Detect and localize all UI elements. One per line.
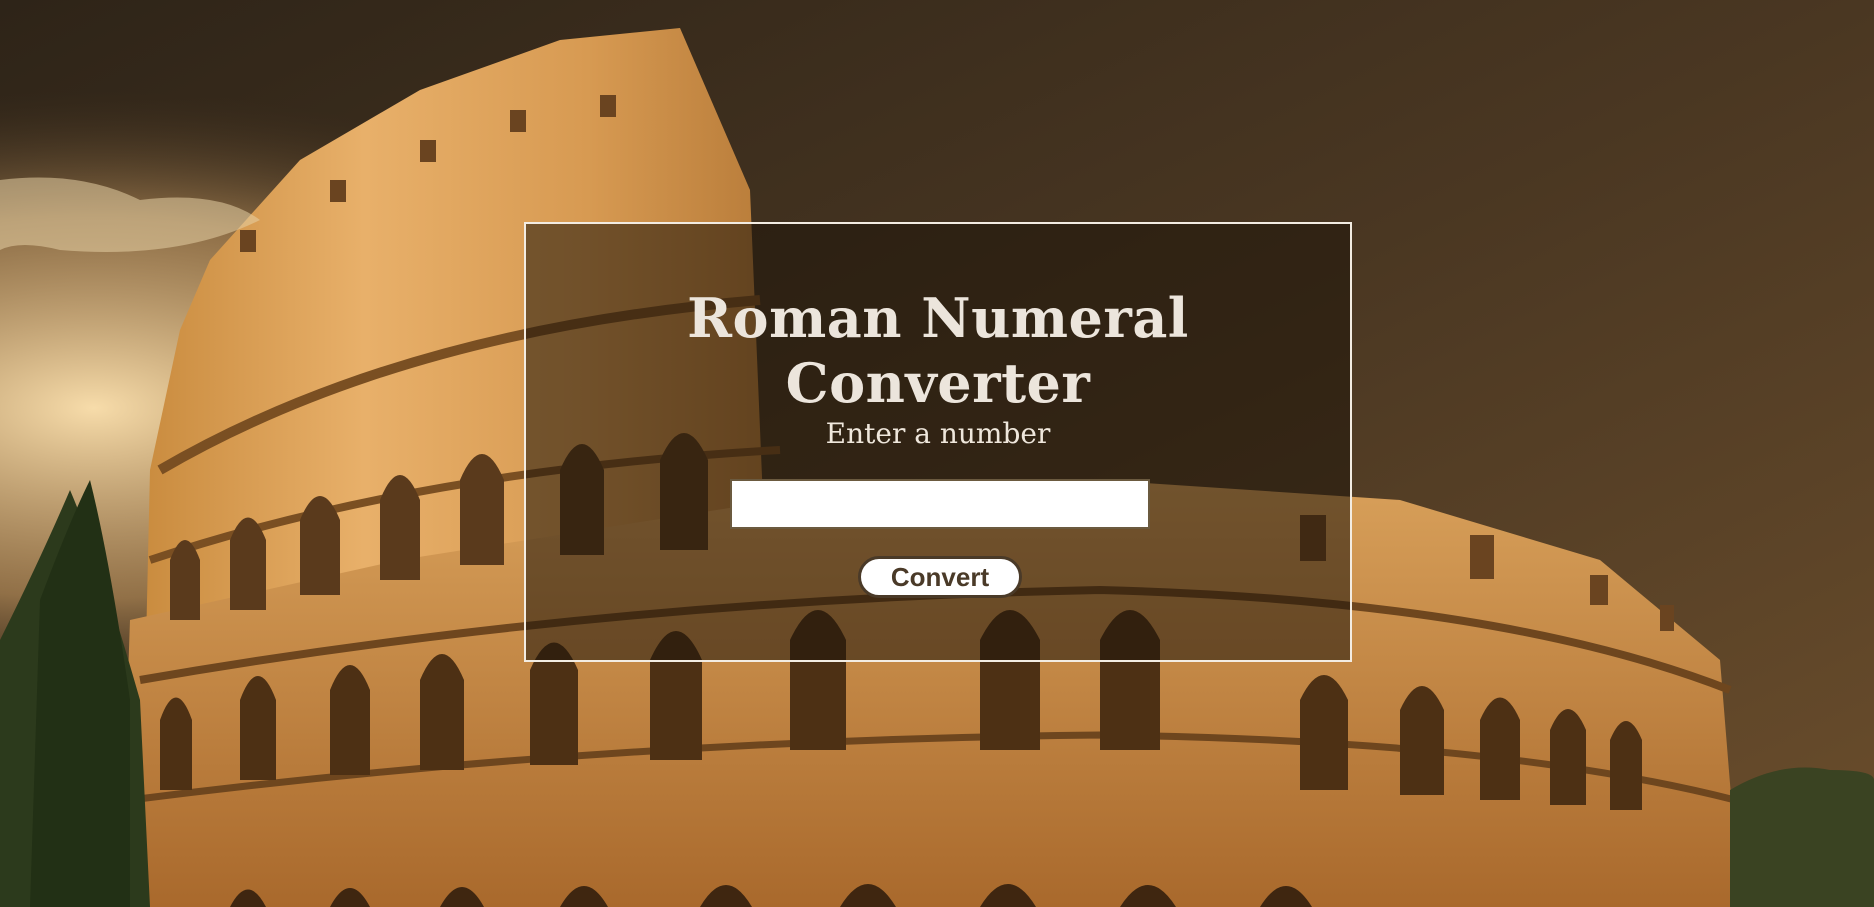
converter-panel: Roman Numeral Converter Enter a number C… (524, 222, 1352, 662)
convert-button[interactable]: Convert (858, 556, 1022, 598)
number-input[interactable] (730, 479, 1150, 529)
number-input-label: Enter a number (825, 417, 1051, 450)
page-title: Roman Numeral Converter (687, 286, 1189, 415)
